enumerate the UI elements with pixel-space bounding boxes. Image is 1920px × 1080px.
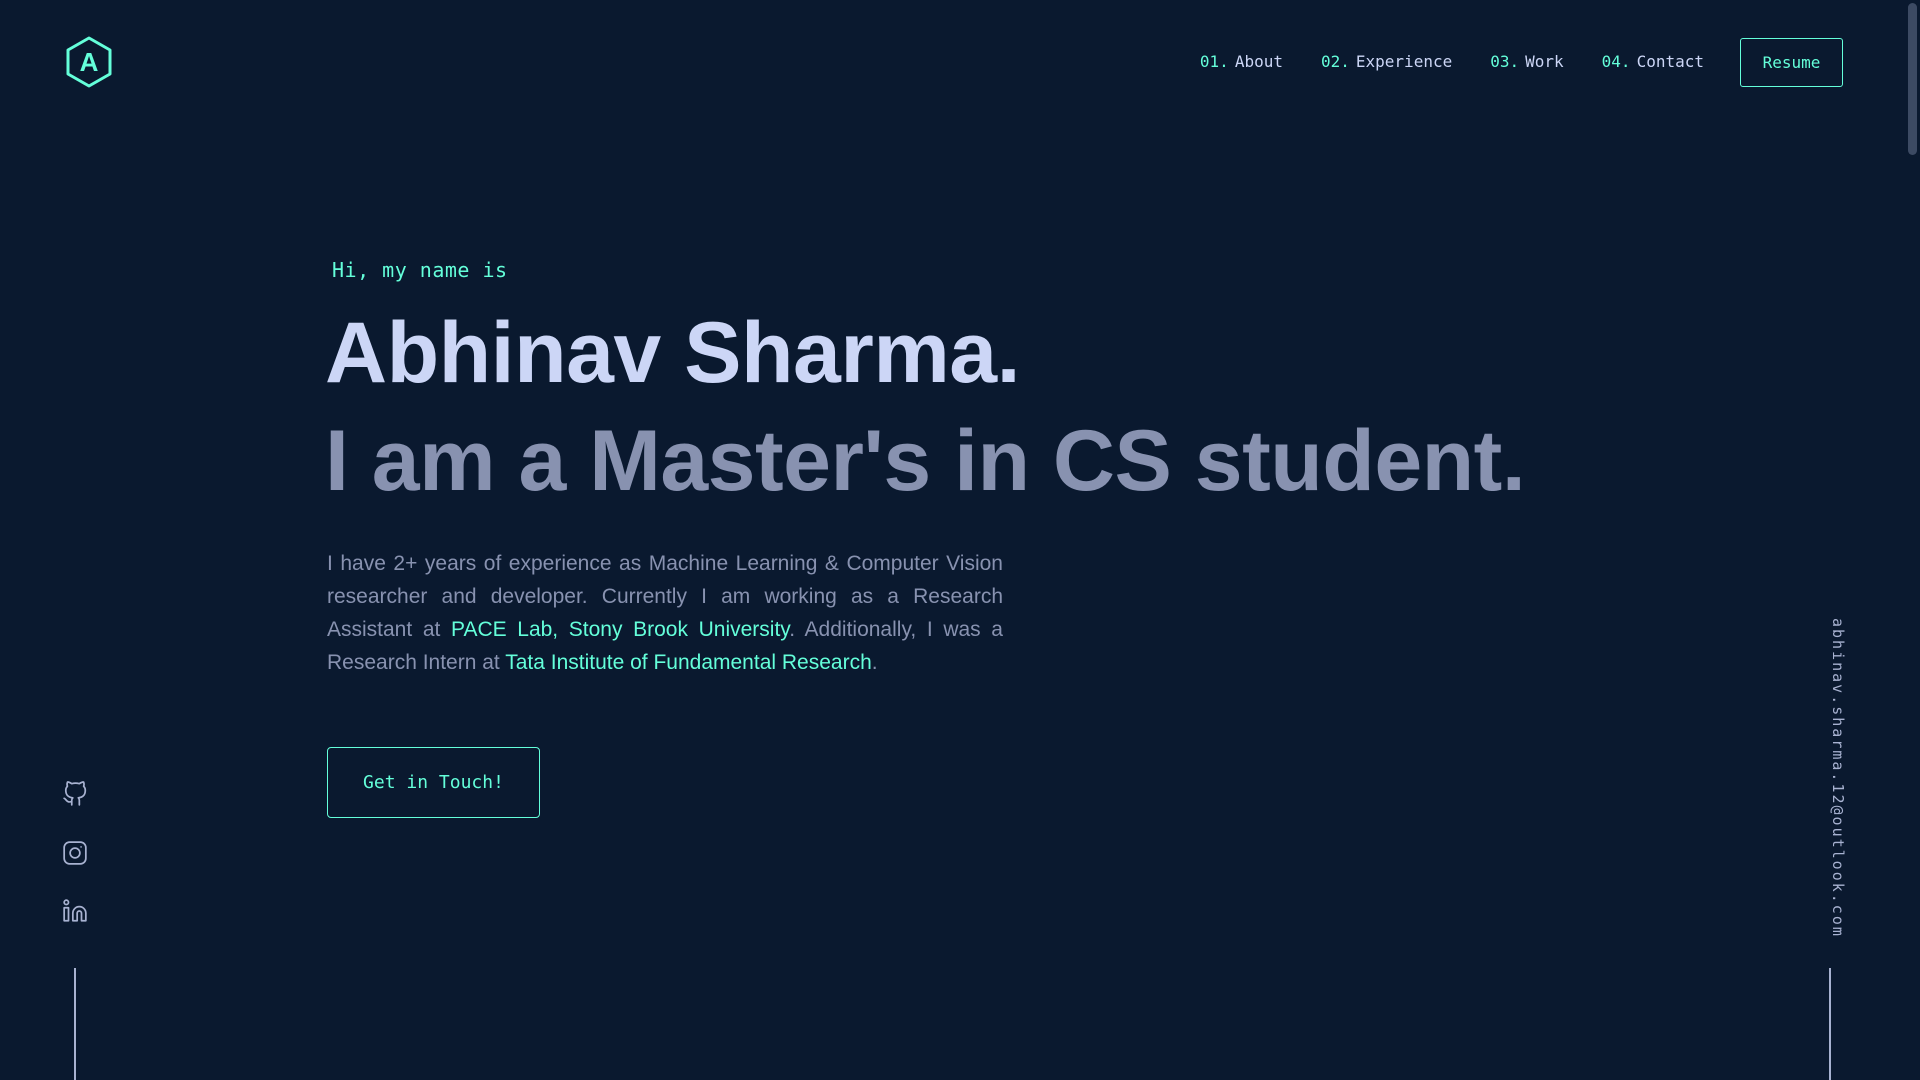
email-link[interactable]: abhinav.sharma.12@outlook.com [1829, 618, 1847, 938]
nav-item-experience[interactable]: 02. Experience [1321, 52, 1452, 71]
main-nav: 01. About 02. Experience 03. Work 04. Contac… [1200, 52, 1704, 71]
hero-tagline: I am a Master's in CS student. [325, 413, 1526, 509]
logo-letter: A [79, 46, 99, 77]
nav-number: 01. [1199, 52, 1229, 71]
hero-name: Abhinav Sharma. [325, 305, 1021, 401]
github-icon [63, 781, 87, 806]
logo[interactable]: A [62, 35, 116, 89]
left-rail-line [74, 968, 76, 1080]
github-link[interactable] [62, 781, 88, 807]
instagram-icon [63, 841, 87, 865]
hero-intro: I have 2+ years of experience as Machine… [327, 547, 1003, 679]
pace-lab-link[interactable]: PACE Lab, Stony Brook University [451, 618, 789, 641]
nav-label: Contact [1636, 52, 1704, 71]
linkedin-link[interactable] [62, 898, 88, 924]
nav-item-about[interactable]: 01. About [1200, 52, 1283, 71]
tifr-link[interactable]: Tata Institute of Fundamental Research [505, 651, 872, 674]
nav-number: 02. [1320, 52, 1350, 71]
nav-label: Work [1525, 52, 1564, 71]
nav-number: 03. [1490, 52, 1520, 71]
hero-greeting: Hi, my name is [332, 258, 508, 282]
nav-number: 04. [1601, 52, 1631, 71]
linkedin-icon [63, 899, 87, 922]
nav-item-work[interactable]: 03. Work [1490, 52, 1563, 71]
instagram-link[interactable] [62, 840, 88, 866]
scrollbar-thumb[interactable] [1908, 3, 1917, 155]
right-rail-line [1829, 968, 1831, 1080]
nav-item-contact[interactable]: 04. Contact [1602, 52, 1704, 71]
nav-label: About [1234, 52, 1283, 71]
resume-button[interactable]: Resume [1740, 38, 1843, 87]
nav-label: Experience [1355, 52, 1453, 71]
intro-text: . [871, 651, 878, 674]
get-in-touch-button[interactable]: Get in Touch! [327, 747, 540, 818]
